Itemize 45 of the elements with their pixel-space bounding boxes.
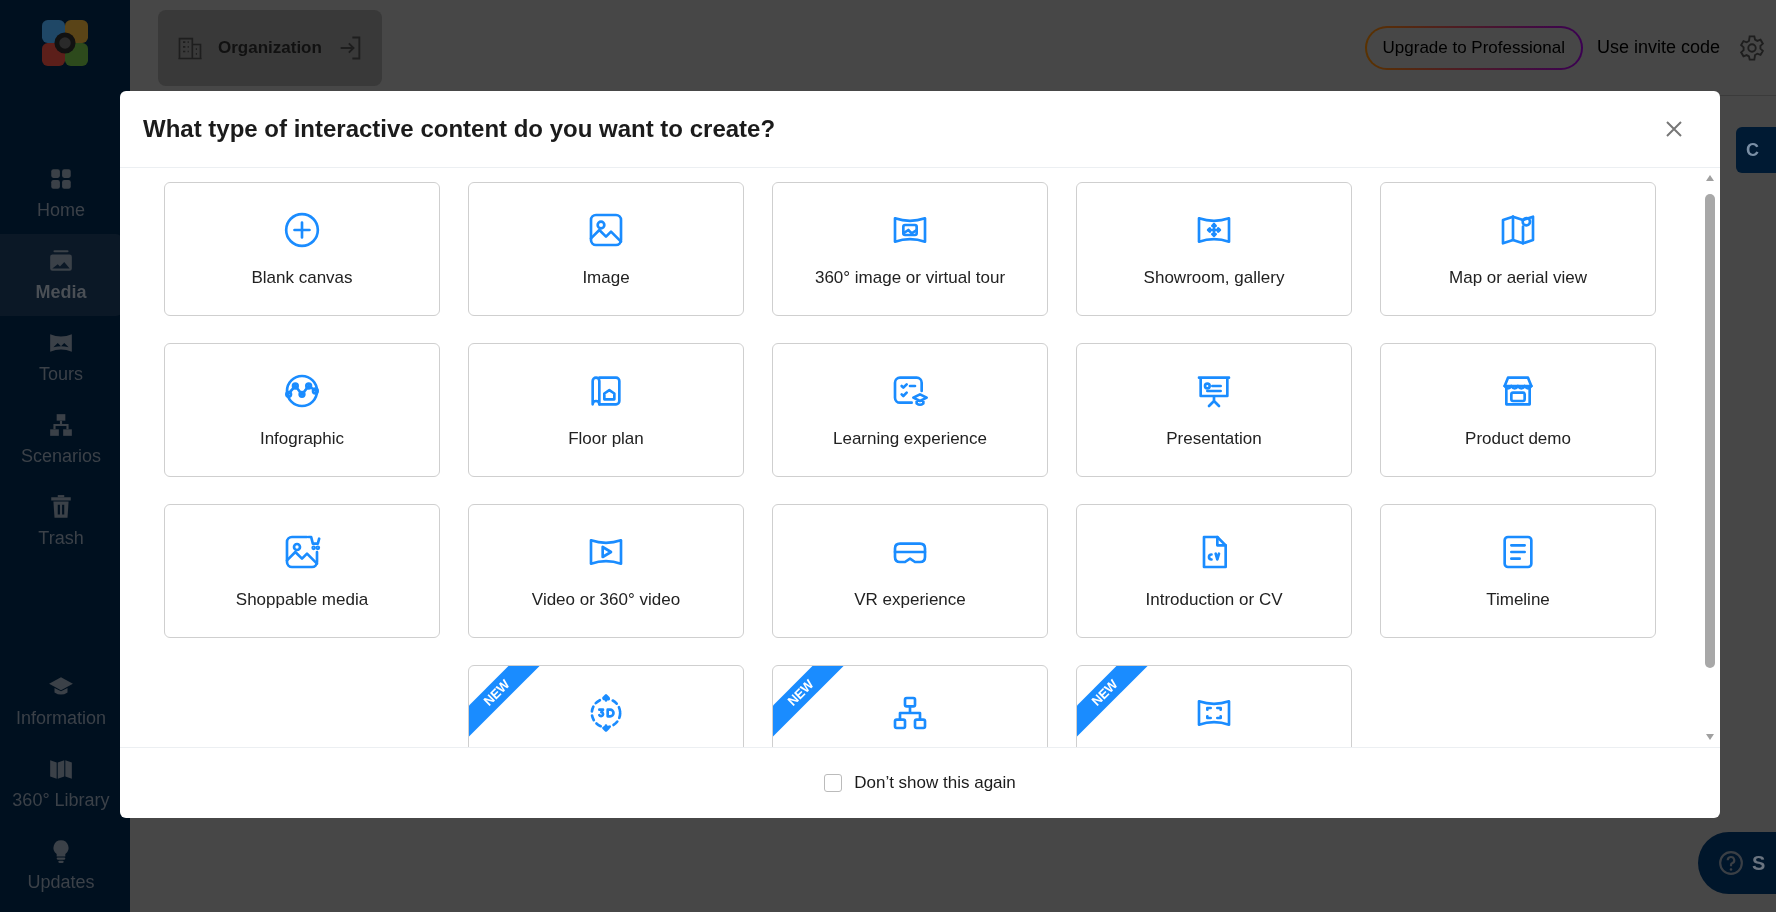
card-label: Blank canvas — [251, 268, 353, 288]
checkbox[interactable] — [824, 774, 843, 792]
content-type-card[interactable]: Image — [468, 182, 744, 316]
content-type-card[interactable]: Presentation — [1076, 343, 1352, 477]
card-label: Floor plan — [568, 429, 644, 449]
checkbox-label[interactable]: Don’t show this again — [854, 773, 1016, 793]
content-type-card[interactable]: Floor plan — [468, 343, 744, 477]
support-button[interactable]: S — [1698, 832, 1776, 894]
create-button[interactable]: C — [1736, 127, 1776, 173]
hierarchy-icon — [48, 411, 74, 438]
content-type-card[interactable]: Video or 360° video — [468, 504, 744, 638]
content-type-card[interactable]: Learning experience — [772, 343, 1048, 477]
card-label: Introduction or CV — [1145, 590, 1283, 610]
card-label: Video or 360° video — [531, 590, 681, 610]
content-type-card[interactable]: Blank canvas — [164, 182, 440, 316]
card-label: Showroom, gallery — [1143, 268, 1285, 288]
content-type-card[interactable]: Introduction or CV — [1076, 504, 1352, 638]
trash-icon — [48, 493, 74, 520]
content-type-card[interactable]: Infographic — [164, 343, 440, 477]
content-type-card[interactable]: Product demo — [1380, 343, 1656, 477]
card-label: Image — [582, 268, 630, 288]
card-label: Shoppable media — [235, 590, 369, 610]
content-type-card[interactable]: VR experience — [772, 504, 1048, 638]
settings-icon[interactable] — [1738, 33, 1766, 62]
scroll-up-icon[interactable] — [1705, 174, 1715, 182]
plus-circle-icon — [282, 210, 322, 250]
photo-stack-icon — [48, 247, 74, 274]
card-label: Timeline — [1486, 590, 1550, 610]
card-label: 360° image or virtual tour — [814, 268, 1006, 288]
card-label: Presentation — [1166, 429, 1262, 449]
content-type-card[interactable]: 360° image or virtual tour — [772, 182, 1048, 316]
card-label: Infographic — [259, 429, 345, 449]
card-label: Product demo — [1465, 429, 1571, 449]
scrollbar-thumb[interactable] — [1705, 194, 1715, 668]
content-type-card[interactable]: Timeline — [1380, 504, 1656, 638]
content-type-card[interactable]: Shoppable media — [164, 504, 440, 638]
dialog-title: What type of interactive content do you want to create? — [143, 115, 776, 143]
scroll-down-icon[interactable] — [1705, 733, 1715, 741]
card-label: Map or aerial view — [1449, 268, 1587, 288]
card-label: Learning experience — [832, 429, 988, 449]
app-logo[interactable] — [42, 20, 88, 66]
content-type-card[interactable]: Showroom, gallery — [1076, 182, 1352, 316]
content-type-card[interactable]: Map or aerial view — [1380, 182, 1656, 316]
card-label: VR experience — [854, 590, 966, 610]
help-icon — [1718, 850, 1744, 876]
